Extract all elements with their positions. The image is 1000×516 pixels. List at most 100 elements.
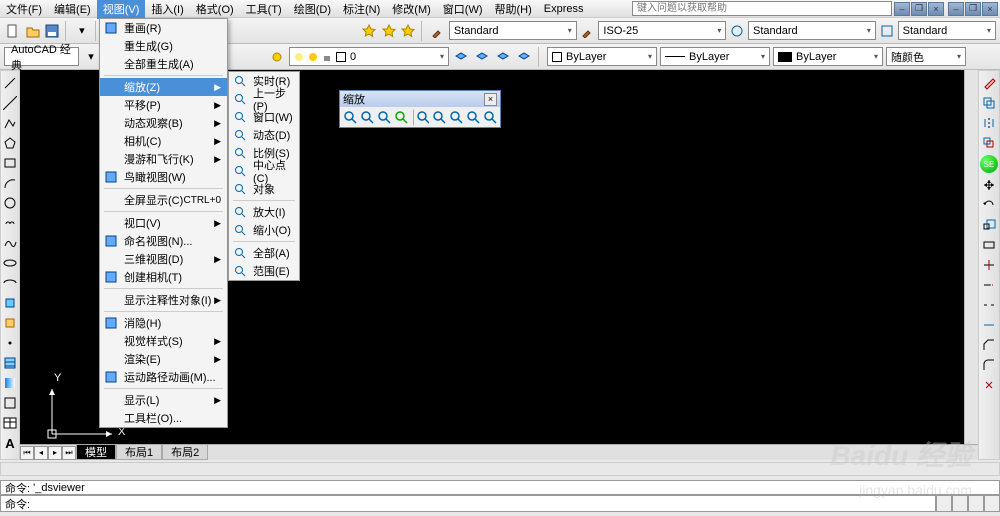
stretch-icon[interactable] <box>981 237 997 253</box>
menu-item[interactable]: 重画(R) <box>100 19 227 37</box>
circle-icon[interactable] <box>2 195 18 211</box>
menu-item[interactable]: 运动路径动画(M)... <box>100 368 227 386</box>
menu-item[interactable]: 全部重生成(A) <box>100 55 227 73</box>
polyline-icon[interactable] <box>2 115 18 131</box>
new-icon[interactable] <box>4 22 22 40</box>
brush-icon[interactable] <box>429 22 447 40</box>
hatch-icon[interactable] <box>2 355 18 371</box>
tab-layout2[interactable]: 布局2 <box>162 445 208 460</box>
copy-icon[interactable] <box>981 95 997 111</box>
explode-icon[interactable] <box>981 377 997 393</box>
gradient-icon[interactable] <box>2 375 18 391</box>
zoom-tool-icon[interactable] <box>376 109 392 126</box>
app-close-button[interactable]: × <box>982 2 998 16</box>
dim-style-combo[interactable]: ISO-25▾ <box>598 21 726 40</box>
arc-icon[interactable] <box>2 175 18 191</box>
open-icon[interactable] <box>24 22 42 40</box>
zoom-tool-icon[interactable] <box>393 109 409 126</box>
horizontal-scrollbar[interactable] <box>0 462 1000 476</box>
rotate-icon[interactable] <box>981 197 997 213</box>
menu-draw[interactable]: 绘图(D) <box>288 0 337 19</box>
app-restore-button[interactable]: ❐ <box>965 2 981 16</box>
zoom-floating-toolbar[interactable]: 缩放 × <box>339 90 501 128</box>
sun-icon[interactable] <box>268 48 286 66</box>
close-icon[interactable]: × <box>484 93 497 106</box>
menu-item[interactable]: 范围(E) <box>229 262 299 280</box>
spline-icon[interactable] <box>2 235 18 251</box>
brush-icon[interactable] <box>579 22 597 40</box>
point-icon[interactable] <box>2 335 18 351</box>
ellipse-icon[interactable] <box>2 255 18 271</box>
menu-item[interactable]: 工具栏(O)... <box>100 409 227 427</box>
menu-item[interactable]: 平移(P)▶ <box>100 96 227 114</box>
help-search-input[interactable] <box>632 1 892 16</box>
menu-item[interactable]: 显示(L)▶ <box>100 391 227 409</box>
layers-icon[interactable] <box>452 48 470 66</box>
menu-item[interactable]: 放大(I) <box>229 203 299 221</box>
tab-model[interactable]: 模型 <box>76 445 116 460</box>
style-icon[interactable] <box>878 22 896 40</box>
save-icon[interactable] <box>43 22 61 40</box>
menu-item[interactable]: 中心点(C) <box>229 162 299 180</box>
scroll-left-icon[interactable] <box>936 495 952 512</box>
menu-item[interactable]: 渲染(E)▶ <box>100 350 227 368</box>
menu-item[interactable]: 缩小(O) <box>229 221 299 239</box>
mtext-icon[interactable]: A <box>2 435 18 451</box>
menu-window[interactable]: 窗口(W) <box>437 0 489 19</box>
menu-format[interactable]: 格式(O) <box>190 0 240 19</box>
menu-item[interactable]: 显示注释性对象(I)▶ <box>100 291 227 309</box>
menu-item[interactable]: 创建相机(T) <box>100 268 227 286</box>
tab-prev-button[interactable]: ◂ <box>34 446 48 460</box>
offset-icon[interactable] <box>981 135 997 151</box>
dropdown-icon[interactable]: ▾ <box>73 22 91 40</box>
chamfer-icon[interactable] <box>981 337 997 353</box>
star-icon[interactable] <box>400 22 418 40</box>
ellipse-arc-icon[interactable] <box>2 275 18 291</box>
menu-express[interactable]: Express <box>538 1 590 17</box>
lineweight-combo[interactable]: ByLayer▾ <box>773 47 883 66</box>
menu-item[interactable]: 消隐(H) <box>100 314 227 332</box>
polygon-icon[interactable] <box>2 135 18 151</box>
menu-item[interactable]: 视觉样式(S)▶ <box>100 332 227 350</box>
style-icon[interactable] <box>728 22 746 40</box>
menu-file[interactable]: 文件(F) <box>0 0 48 19</box>
text-style-combo[interactable]: Standard▾ <box>449 21 577 40</box>
menu-item[interactable]: 窗口(W) <box>229 108 299 126</box>
linetype-combo[interactable]: ByLayer▾ <box>660 47 770 66</box>
menu-item[interactable]: 动态观察(B)▶ <box>100 114 227 132</box>
zoom-tool-icon[interactable] <box>448 109 464 126</box>
menu-item[interactable]: 视口(V)▶ <box>100 214 227 232</box>
zoom-tool-icon[interactable] <box>482 109 498 126</box>
scroll-down-icon[interactable] <box>984 495 1000 512</box>
zoom-tool-icon[interactable] <box>431 109 447 126</box>
menu-help[interactable]: 帮助(H) <box>489 0 538 19</box>
tab-last-button[interactable]: ⏭ <box>62 446 76 460</box>
xline-icon[interactable] <box>2 95 18 111</box>
dropdown-icon[interactable]: ▾ <box>82 48 100 66</box>
table-icon[interactable] <box>2 415 18 431</box>
menu-edit[interactable]: 编辑(E) <box>48 0 97 19</box>
menu-item[interactable]: 漫游和飞行(K)▶ <box>100 150 227 168</box>
break-icon[interactable] <box>981 297 997 313</box>
app-minimize-button[interactable]: – <box>948 2 964 16</box>
layer-combo[interactable]: 0 ▾ <box>289 47 449 66</box>
menu-item[interactable]: 相机(C)▶ <box>100 132 227 150</box>
menu-insert[interactable]: 插入(I) <box>145 0 189 19</box>
menu-item[interactable]: 缩放(Z)▶ <box>100 78 227 96</box>
menu-item[interactable]: 鸟瞰视图(W) <box>100 168 227 186</box>
menu-item[interactable]: 命名视图(N)... <box>100 232 227 250</box>
region-icon[interactable] <box>2 395 18 411</box>
zoom-tool-icon[interactable] <box>342 109 358 126</box>
color-combo[interactable]: ByLayer▾ <box>547 47 657 66</box>
menu-modify[interactable]: 修改(M) <box>386 0 437 19</box>
menu-dim[interactable]: 标注(N) <box>337 0 386 19</box>
menu-item[interactable]: 上一步(P) <box>229 90 299 108</box>
layers-icon[interactable] <box>515 48 533 66</box>
revcloud-icon[interactable] <box>2 215 18 231</box>
layers-icon[interactable] <box>473 48 491 66</box>
menu-tools[interactable]: 工具(T) <box>240 0 288 19</box>
floating-titlebar[interactable]: 缩放 × <box>340 91 500 107</box>
scale-icon[interactable] <box>981 217 997 233</box>
doc-close-button[interactable]: × <box>928 2 944 16</box>
zoom-tool-icon[interactable] <box>413 109 430 126</box>
